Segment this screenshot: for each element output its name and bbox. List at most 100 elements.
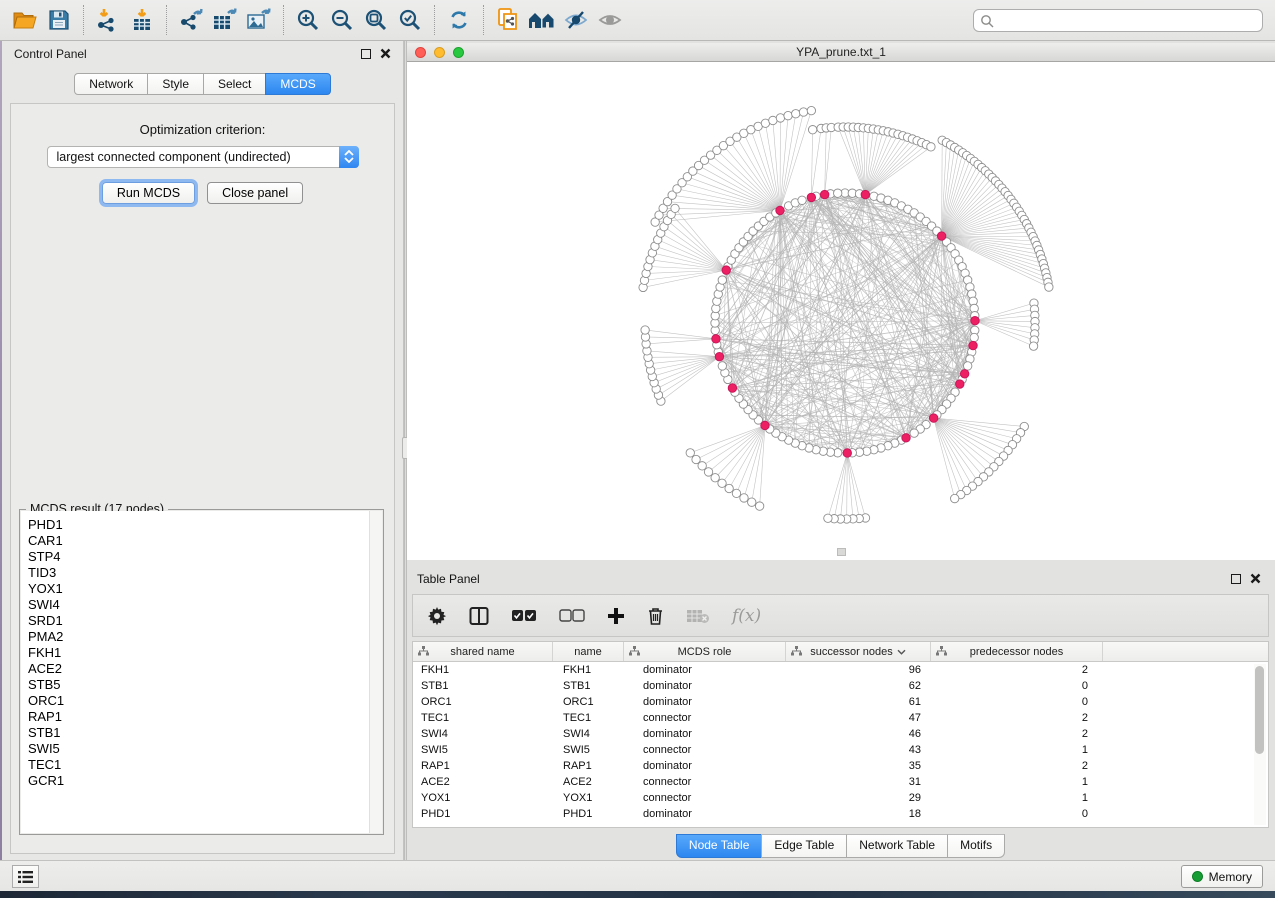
graph-node[interactable] (910, 429, 918, 437)
split-view-button[interactable] (469, 606, 489, 626)
mcds-hub-node[interactable] (861, 190, 869, 198)
network-canvas[interactable] (407, 62, 1275, 559)
memory-button[interactable]: Memory (1181, 865, 1263, 888)
column-header-successor-nodes[interactable]: successor nodes (786, 642, 931, 661)
column-header-MCDS-role[interactable]: MCDS role (624, 642, 786, 661)
mcds-result-list[interactable]: PHD1CAR1STP4TID3YOX1SWI4SRD1PMA2FKH1ACE2… (21, 511, 382, 833)
mcds-hub-node[interactable] (761, 421, 769, 429)
close-window-icon[interactable] (415, 47, 426, 58)
maximize-window-icon[interactable] (453, 47, 464, 58)
mcds-hub-node[interactable] (902, 434, 910, 442)
close-table-panel-icon[interactable] (1250, 573, 1261, 584)
graph-node[interactable] (755, 502, 763, 510)
zoom-fit-button[interactable] (359, 4, 393, 36)
import-table-button[interactable] (125, 4, 159, 36)
graph-node[interactable] (776, 114, 784, 122)
tab-style[interactable]: Style (147, 73, 204, 95)
zoom-selected-button[interactable] (393, 4, 427, 36)
graph-node[interactable] (964, 362, 972, 370)
table-row[interactable]: PHD1PHD1dominator180 (413, 806, 1268, 822)
minimize-window-icon[interactable] (434, 47, 445, 58)
result-list-scrollbar[interactable] (369, 511, 382, 833)
zoom-in-button[interactable] (291, 4, 325, 36)
tab-mcds[interactable]: MCDS (265, 73, 330, 95)
graph-node[interactable] (807, 106, 815, 114)
mcds-hub-node[interactable] (728, 384, 736, 392)
graph-node[interactable] (725, 484, 733, 492)
graph-node[interactable] (748, 498, 756, 506)
mcds-hub-node[interactable] (807, 193, 815, 201)
search-box[interactable] (973, 9, 1263, 32)
network-graph[interactable] (407, 62, 1275, 559)
delete-table-button[interactable] (686, 608, 710, 624)
result-node-item[interactable]: STB1 (28, 725, 382, 741)
graph-node[interactable] (698, 462, 706, 470)
result-node-item[interactable]: TEC1 (28, 757, 382, 773)
table-row[interactable]: RAP1RAP1dominator352 (413, 758, 1268, 774)
graph-node[interactable] (927, 143, 935, 151)
table-body[interactable]: FKH1FKH1dominator962STB1STB1dominator620… (413, 662, 1268, 822)
graph-node[interactable] (1045, 283, 1053, 291)
export-image-button[interactable] (242, 4, 276, 36)
graph-node[interactable] (970, 333, 978, 341)
result-node-item[interactable]: SWI5 (28, 741, 382, 757)
mcds-hub-node[interactable] (820, 190, 828, 198)
graph-node[interactable] (784, 111, 792, 119)
tab-network[interactable]: Network (74, 73, 148, 95)
zoom-out-button[interactable] (325, 4, 359, 36)
tab-network-table[interactable]: Network Table (846, 834, 948, 858)
table-row[interactable]: STB1STB1dominator620 (413, 678, 1268, 694)
mcds-hub-node[interactable] (929, 414, 937, 422)
graph-node[interactable] (950, 494, 958, 502)
table-scrollbar-thumb[interactable] (1255, 666, 1264, 754)
table-row[interactable]: ORC1ORC1dominator610 (413, 694, 1268, 710)
graph-node[interactable] (799, 108, 807, 116)
table-row[interactable]: YOX1YOX1connector291 (413, 790, 1268, 806)
function-builder-button[interactable]: f(x) (732, 606, 761, 626)
result-node-item[interactable]: FKH1 (28, 645, 382, 661)
select-all-button[interactable] (511, 609, 537, 623)
mcds-hub-node[interactable] (722, 266, 730, 274)
graph-node[interactable] (671, 204, 679, 212)
graph-node[interactable] (834, 189, 842, 197)
result-node-item[interactable]: SWI4 (28, 597, 382, 613)
graph-node[interactable] (798, 196, 806, 204)
result-node-item[interactable]: ORC1 (28, 693, 382, 709)
graph-node[interactable] (641, 326, 649, 334)
export-network-button[interactable] (174, 4, 208, 36)
graph-node[interactable] (740, 494, 748, 502)
graph-node[interactable] (718, 362, 726, 370)
mcds-hub-node[interactable] (712, 335, 720, 343)
close-panel-icon[interactable] (380, 48, 391, 59)
delete-column-button[interactable] (647, 606, 664, 625)
search-input[interactable] (999, 14, 1256, 28)
graph-node[interactable] (732, 489, 740, 497)
result-node-item[interactable]: YOX1 (28, 581, 382, 597)
float-panel-icon[interactable] (361, 49, 371, 59)
run-mcds-button[interactable]: Run MCDS (102, 182, 195, 204)
mcds-hub-node[interactable] (776, 206, 784, 214)
new-network-from-selection-button[interactable] (491, 4, 525, 36)
refresh-button[interactable] (442, 4, 476, 36)
result-node-item[interactable]: SRD1 (28, 613, 382, 629)
hide-selected-button[interactable] (559, 4, 593, 36)
table-scrollbar[interactable] (1254, 664, 1266, 825)
result-node-item[interactable]: PHD1 (28, 517, 382, 533)
graph-node[interactable] (808, 125, 816, 133)
float-table-panel-icon[interactable] (1231, 574, 1241, 584)
add-column-button[interactable] (607, 607, 625, 625)
table-row[interactable]: SWI4SWI4dominator462 (413, 726, 1268, 742)
result-node-item[interactable]: RAP1 (28, 709, 382, 725)
deselect-all-button[interactable] (559, 609, 585, 623)
graph-node[interactable] (686, 449, 694, 457)
mcds-hub-node[interactable] (971, 317, 979, 325)
tab-select[interactable]: Select (203, 73, 266, 95)
column-header-name[interactable]: name (553, 642, 624, 661)
result-node-item[interactable]: STP4 (28, 549, 382, 565)
result-node-item[interactable]: STB5 (28, 677, 382, 693)
graph-node[interactable] (704, 468, 712, 476)
result-node-item[interactable]: CAR1 (28, 533, 382, 549)
tab-motifs[interactable]: Motifs (947, 834, 1005, 858)
graph-node[interactable] (711, 474, 719, 482)
result-node-item[interactable]: PMA2 (28, 629, 382, 645)
